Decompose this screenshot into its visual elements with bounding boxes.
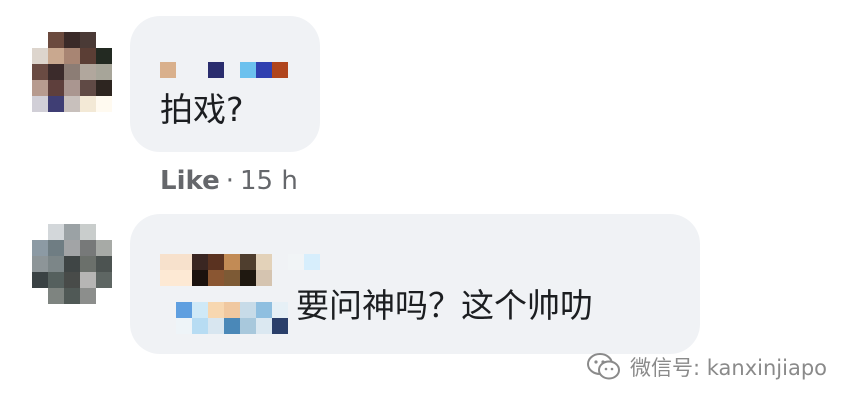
author-name-redacted[interactable]: [160, 62, 288, 78]
author-name-redacted[interactable]: [160, 254, 320, 270]
meta-separator: ·: [225, 166, 234, 196]
author-name-redacted: [160, 270, 272, 286]
avatar[interactable]: [32, 32, 112, 112]
comment-text: 拍戏?: [160, 90, 244, 129]
comment-thread: 拍戏? Like · 15 h 要问神吗？这个帅叻 微信号: kanxinjia…: [0, 0, 848, 405]
like-button[interactable]: Like: [160, 166, 220, 196]
comment-text: 要问神吗？这个帅叻: [296, 286, 593, 325]
timestamp[interactable]: 15 h: [240, 166, 298, 196]
author-name-redacted: [176, 318, 288, 334]
avatar[interactable]: [32, 224, 112, 304]
watermark-text: 微信号: kanxinjiapo: [630, 356, 828, 380]
wechat-icon: [587, 353, 620, 380]
author-name-redacted: [176, 302, 288, 318]
comment-meta: Like · 15 h: [160, 166, 298, 196]
watermark: 微信号: kanxinjiapo: [586, 352, 827, 382]
comment-bubble: [130, 16, 320, 152]
